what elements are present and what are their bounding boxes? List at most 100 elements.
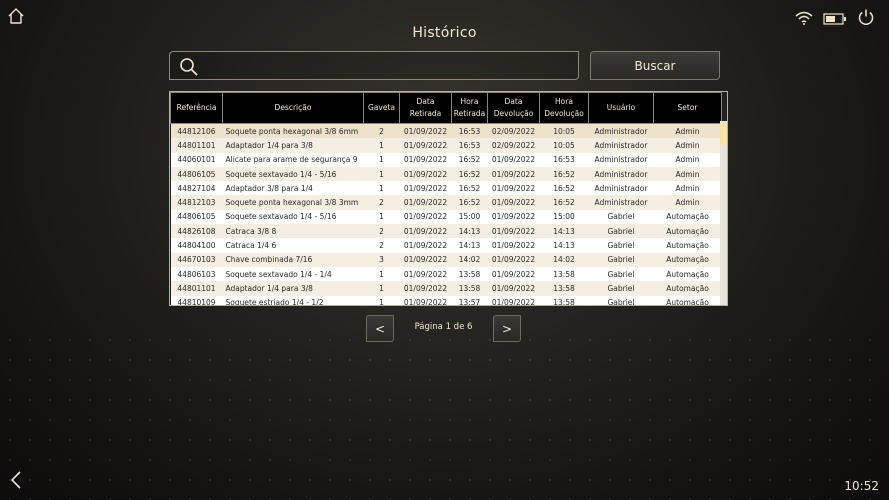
table-cell: Catraca 1/4 6 [222, 238, 364, 253]
table-cell: 02/09/2022 [487, 138, 540, 153]
table-cell: 10:05 [539, 123, 589, 139]
table-cell: 1 [363, 209, 400, 225]
table-cell: Automação [653, 252, 722, 267]
search-box[interactable] [169, 51, 579, 80]
table-cell: Soquete estriado 1/4 - 1/2 [222, 295, 364, 305]
table-cell: 01/09/2022 [487, 266, 540, 282]
column-header[interactable]: Gaveta [363, 92, 400, 124]
search-input[interactable] [204, 55, 568, 78]
table-row[interactable]: 44804100 Catraca 1/4 6 2 01/09/2022 14:13 01/… [170, 238, 722, 253]
clock: 10:52 [844, 479, 879, 493]
column-header[interactable]: Referência [170, 92, 223, 124]
pagination: < Página 1 de 6 > [366, 315, 522, 343]
column-header[interactable]: Data Devolução [487, 92, 540, 124]
table-cell: Admin [653, 181, 722, 196]
previous-page-button[interactable]: < [366, 315, 394, 342]
history-table: Referência Descrição Gaveta Data Retirad… [170, 92, 722, 305]
table-row[interactable]: 44670103 Chave combinada 7/16 3 01/09/2022 1… [170, 252, 722, 267]
table-cell: Automação [653, 281, 722, 296]
table-cell: 01/09/2022 [399, 238, 452, 253]
table-cell: 01/09/2022 [487, 209, 540, 225]
table-cell: 16:52 [451, 166, 488, 182]
table-row[interactable]: 44801101 Adaptador 1/4 para 3/8 1 01/09/202… [170, 281, 722, 296]
column-header[interactable]: Descrição [222, 92, 364, 124]
table-row[interactable]: 44810109 Soquete estriado 1/4 - 1/2 1 01/09… [170, 295, 722, 305]
table-cell: Adaptador 1/4 para 3/8 [222, 281, 364, 296]
table-cell: 14:13 [451, 224, 488, 239]
column-header[interactable]: Hora Devolução [539, 92, 589, 124]
table-cell: 01/09/2022 [399, 295, 452, 305]
table-cell: 01/09/2022 [399, 181, 452, 196]
table-cell: Soquete sextavado 1/4 - 5/16 [222, 209, 364, 225]
table-cell: Gabriel [588, 295, 654, 305]
table-row[interactable]: 44827104 Adaptador 3/8 para 1/4 1 01/09/202… [170, 181, 722, 196]
table-cell: 16:53 [539, 152, 589, 167]
table-header-row: Referência Descrição Gaveta Data Retirad… [170, 92, 722, 124]
table-cell: 13:57 [451, 295, 488, 305]
table-cell: 44812103 [170, 195, 223, 210]
search-button[interactable]: Buscar [590, 51, 720, 80]
table-cell: Gabriel [588, 209, 654, 225]
table-cell: 13:58 [539, 266, 589, 282]
table-cell: Administrador [588, 181, 654, 196]
table-cell: 1 [363, 266, 400, 282]
table-cell: Administrador [588, 152, 654, 167]
table-row[interactable]: 44801101 Adaptador 1/4 para 3/8 1 01/09/202… [170, 138, 722, 153]
scrollbar-thumb[interactable] [720, 123, 727, 145]
page-title: Histórico [412, 25, 477, 41]
column-header[interactable]: Setor [653, 92, 722, 124]
table-cell: 44806103 [170, 266, 223, 282]
table-row[interactable]: 44806105 Soquete sextavado 1/4 - 5/16 1 01/… [170, 166, 722, 182]
table-cell: 44804100 [170, 238, 223, 253]
table-cell: 01/09/2022 [399, 224, 452, 239]
table-row[interactable]: 44826108 Catraca 3/8 8 2 01/09/2022 14:13 01/… [170, 224, 722, 239]
table-cell: 01/09/2022 [399, 152, 452, 167]
table-cell: Soquete ponta hexagonal 3/8 3mm [222, 195, 364, 210]
table-cell: 13:58 [539, 295, 589, 305]
table-cell: 16:52 [451, 195, 488, 210]
column-header[interactable]: Usuário [588, 92, 654, 124]
back-icon[interactable] [9, 470, 23, 490]
table-row[interactable]: 44806103 Soquete sextavado 1/4 - 1/4 1 01/0… [170, 266, 722, 282]
table-cell: 44827104 [170, 181, 223, 196]
table-scrollbar[interactable] [720, 121, 727, 305]
next-page-button[interactable]: > [493, 315, 521, 342]
background-dot-pattern [0, 330, 889, 500]
table-cell: 16:53 [451, 138, 488, 153]
table-cell: Automação [653, 266, 722, 282]
table-cell: 14:13 [451, 238, 488, 253]
table-cell: 15:00 [539, 209, 589, 225]
table-cell: Soquete sextavado 1/4 - 5/16 [222, 166, 364, 182]
table-cell: 44812106 [170, 123, 223, 139]
table-row[interactable]: 44812106 Soquete ponta hexagonal 3/8 6mm 2… [170, 123, 722, 139]
table-cell: Administrador [588, 138, 654, 153]
table-row[interactable]: 44806105 Soquete sextavado 1/4 - 5/16 1 01/… [170, 209, 722, 225]
table-cell: Gabriel [588, 224, 654, 239]
table-cell: 01/09/2022 [399, 166, 452, 182]
table-cell: 1 [363, 295, 400, 305]
table-cell: 01/09/2022 [399, 195, 452, 210]
table-cell: Admin [653, 195, 722, 210]
table-cell: 01/09/2022 [399, 252, 452, 267]
search-icon [180, 58, 198, 76]
table-cell: 02/09/2022 [487, 123, 540, 139]
table-cell: Gabriel [588, 238, 654, 253]
table-row[interactable]: 44060101 Alicate para arame de segurança … [170, 152, 722, 167]
history-table-container[interactable]: Referência Descrição Gaveta Data Retirad… [169, 91, 728, 306]
table-cell: 1 [363, 138, 400, 153]
table-cell: 01/09/2022 [487, 295, 540, 305]
table-row[interactable]: 44812103 Soquete ponta hexagonal 3/8 3mm 2… [170, 195, 722, 210]
table-cell: 01/09/2022 [487, 281, 540, 296]
table-cell: Admin [653, 166, 722, 182]
table-cell: Administrador [588, 195, 654, 210]
home-icon[interactable] [7, 7, 25, 25]
table-cell: 44826108 [170, 224, 223, 239]
table-cell: 14:13 [539, 224, 589, 239]
table-cell: Automação [653, 295, 722, 305]
column-header[interactable]: Data Retirada [399, 92, 452, 124]
table-cell: 44060101 [170, 152, 223, 167]
table-cell: 01/09/2022 [399, 281, 452, 296]
column-header[interactable]: Hora Retirada [451, 92, 488, 124]
table-cell: 01/09/2022 [487, 152, 540, 167]
table-cell: 13:58 [539, 281, 589, 296]
